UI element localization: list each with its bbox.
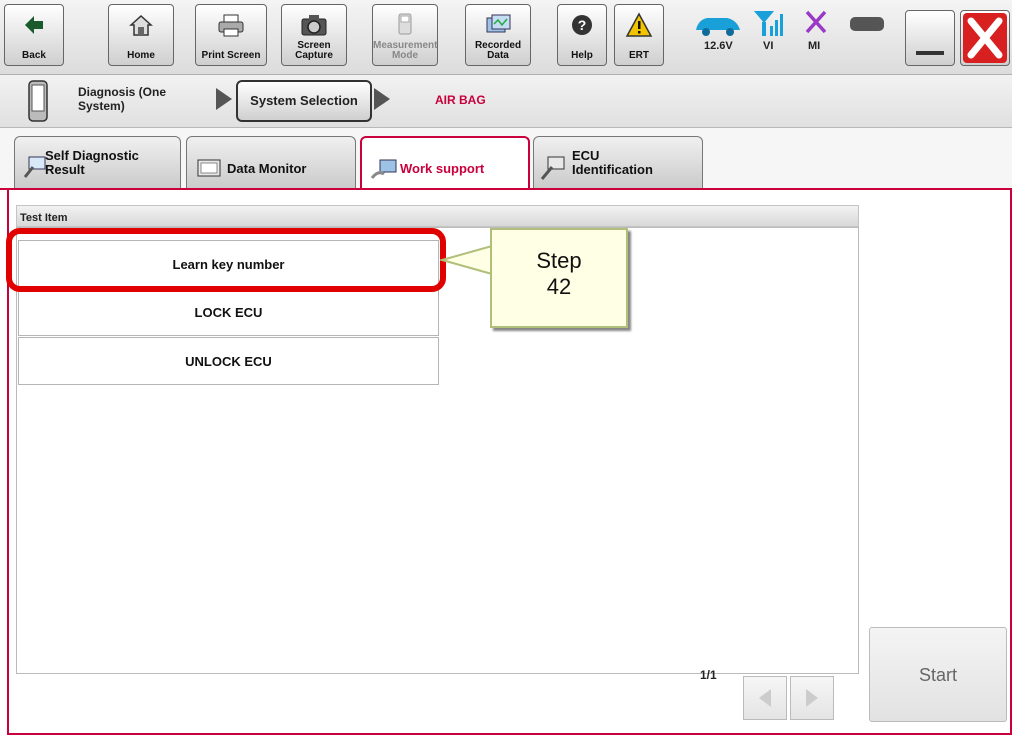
close-button[interactable] bbox=[960, 10, 1010, 66]
tab-self-diagnostic-result[interactable]: Self Diagnostic Result bbox=[14, 136, 181, 190]
breadcrumb-arrow-icon bbox=[216, 88, 232, 110]
back-button[interactable]: Back bbox=[4, 4, 64, 66]
work-support-icon bbox=[370, 159, 397, 179]
ecu-identification-icon bbox=[540, 156, 565, 180]
ert-button[interactable]: ERT bbox=[614, 4, 664, 66]
list-item-unlock-ecu[interactable]: UNLOCK ECU bbox=[18, 337, 439, 385]
data-monitor-icon bbox=[197, 159, 221, 177]
printer-icon bbox=[218, 14, 244, 37]
home-icon bbox=[129, 14, 153, 36]
step-callout: Step 42 bbox=[490, 228, 628, 328]
tab-ecu-identification[interactable]: ECU Identification bbox=[533, 136, 703, 190]
car-battery-icon bbox=[696, 18, 740, 36]
minimize-icon bbox=[916, 51, 944, 55]
warning-icon bbox=[625, 12, 653, 37]
back-arrow-icon bbox=[25, 16, 43, 34]
recorded-data-icon bbox=[486, 14, 511, 33]
tab-bar: Self Diagnostic Result Data Monitor Work… bbox=[0, 128, 1012, 192]
next-page-button[interactable] bbox=[790, 676, 834, 720]
connection-status-icon bbox=[850, 17, 884, 31]
tab-data-monitor[interactable]: Data Monitor bbox=[186, 136, 356, 190]
help-icon: ? bbox=[572, 15, 592, 35]
self-diagnostic-icon bbox=[23, 156, 46, 178]
test-item-header: Test Item bbox=[16, 205, 859, 227]
system-selection-button[interactable]: System Selection bbox=[236, 80, 372, 122]
list-item-learn-key-number[interactable]: Learn key number bbox=[18, 240, 439, 288]
toolbar: Back Home Print Screen Screen Capture Me… bbox=[0, 0, 1012, 75]
triangle-left-icon bbox=[759, 689, 771, 707]
screen-capture-button[interactable]: Screen Capture bbox=[281, 4, 347, 66]
prev-page-button[interactable] bbox=[743, 676, 787, 720]
minimize-button[interactable] bbox=[905, 10, 955, 66]
breadcrumb-current: AIR BAG bbox=[435, 93, 486, 107]
tab-work-support[interactable]: Work support bbox=[360, 136, 530, 192]
triangle-right-icon bbox=[806, 689, 818, 707]
consult-device-icon bbox=[28, 80, 48, 122]
list-item-lock-ecu[interactable]: LOCK ECU bbox=[18, 288, 439, 336]
vi-signal-icon bbox=[754, 11, 783, 36]
breadcrumb-arrow-icon bbox=[374, 88, 390, 110]
help-button[interactable]: ? Help bbox=[557, 4, 607, 66]
close-icon bbox=[963, 13, 1007, 63]
svg-text:?: ? bbox=[578, 17, 587, 33]
mi-disconnected-icon bbox=[805, 10, 827, 34]
measurement-mode-button[interactable]: Measurement Mode bbox=[372, 4, 438, 66]
home-button[interactable]: Home bbox=[108, 4, 174, 66]
breadcrumb: Diagnosis (One System) System Selection … bbox=[0, 75, 1012, 128]
page-indicator: 1/1 bbox=[700, 668, 717, 682]
callout-pointer bbox=[440, 244, 494, 276]
measurement-icon bbox=[398, 13, 412, 35]
print-screen-button[interactable]: Print Screen bbox=[195, 4, 267, 66]
recorded-data-button[interactable]: Recorded Data bbox=[465, 4, 531, 66]
camera-icon bbox=[301, 15, 327, 36]
breadcrumb-diagnosis[interactable]: Diagnosis (One System) bbox=[78, 85, 188, 113]
start-button[interactable]: Start bbox=[869, 627, 1007, 722]
